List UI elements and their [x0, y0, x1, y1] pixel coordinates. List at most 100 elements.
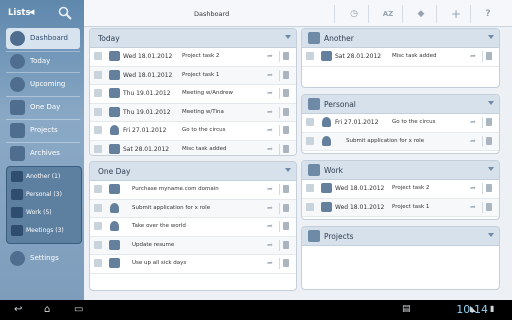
- postpone-icon[interactable]: ➦: [470, 53, 479, 60]
- notification-icon[interactable]: ▤: [402, 304, 411, 314]
- task-row[interactable]: Sat 28.01.2012 Misc task added ➦: [302, 48, 499, 67]
- add-icon[interactable]: +: [450, 8, 462, 20]
- chevron-down-icon[interactable]: [488, 35, 494, 39]
- postpone-icon[interactable]: ➦: [267, 260, 276, 267]
- trash-icon[interactable]: [486, 184, 492, 192]
- postpone-icon[interactable]: ➦: [267, 53, 276, 60]
- postpone-icon[interactable]: ➦: [470, 203, 479, 210]
- checkbox[interactable]: [94, 89, 102, 97]
- checkbox[interactable]: [94, 259, 102, 267]
- task-row[interactable]: Fri 27.01.2012 Go to the circus ➦: [302, 114, 499, 133]
- checkbox[interactable]: [306, 136, 314, 145]
- sort-az-button[interactable]: AZ: [380, 8, 396, 20]
- postpone-icon[interactable]: ➦: [267, 90, 276, 97]
- lists-title[interactable]: Lists: [8, 8, 31, 18]
- postpone-icon[interactable]: ➦: [470, 119, 479, 126]
- checkbox[interactable]: [94, 240, 102, 249]
- search-icon[interactable]: [58, 6, 72, 20]
- panel-header[interactable]: Projects: [302, 227, 499, 246]
- chevron-down-icon[interactable]: [285, 168, 291, 172]
- trash-icon[interactable]: [283, 185, 289, 193]
- trash-icon[interactable]: [283, 259, 289, 267]
- nav-item-settings[interactable]: Settings: [6, 248, 80, 269]
- postpone-icon[interactable]: ➦: [267, 108, 276, 115]
- checkbox[interactable]: [306, 202, 314, 211]
- postpone-icon[interactable]: ➦: [267, 127, 276, 134]
- nav-item-one-day[interactable]: One Day: [6, 97, 80, 118]
- panel-header[interactable]: Today: [90, 29, 296, 48]
- trash-icon[interactable]: [486, 202, 492, 211]
- postpone-icon[interactable]: ➦: [267, 204, 276, 211]
- checkbox[interactable]: [94, 144, 102, 153]
- recent-apps-icon[interactable]: ▭: [74, 304, 83, 315]
- trash-icon[interactable]: [283, 240, 289, 249]
- trash-icon[interactable]: [283, 107, 289, 116]
- tag-icon[interactable]: ◆: [415, 8, 427, 20]
- task-row[interactable]: Wed 18.01.2012 Project task 2 ➦: [90, 48, 296, 67]
- list-item-work[interactable]: Work (5): [9, 205, 79, 221]
- checkbox[interactable]: [94, 203, 102, 212]
- postpone-icon[interactable]: ➦: [267, 71, 276, 78]
- task-row[interactable]: Wed 18.01.2012 Project task 1 ➦: [90, 66, 296, 85]
- trash-icon[interactable]: [283, 126, 289, 134]
- task-row[interactable]: Fri 27.01.2012 Go to the circus ➦: [90, 122, 296, 141]
- checkbox[interactable]: [94, 185, 102, 193]
- task-row[interactable]: Purchase myname.com domain ➦: [90, 181, 296, 200]
- task-row[interactable]: Update resume ➦: [90, 236, 296, 255]
- panel-header[interactable]: Another: [302, 29, 499, 48]
- chevron-down-icon[interactable]: [285, 35, 291, 39]
- task-row[interactable]: Thu 19.01.2012 Meeting w/Tina ➦: [90, 103, 296, 122]
- checkbox[interactable]: [306, 52, 314, 60]
- back-icon[interactable]: ↩: [14, 304, 22, 315]
- panel-header[interactable]: Personal: [302, 95, 499, 114]
- postpone-icon[interactable]: ➦: [470, 185, 479, 192]
- task-row[interactable]: Wed 18.01.2012 Project task 1 ➦: [302, 198, 499, 217]
- help-icon[interactable]: ?: [482, 8, 494, 20]
- postpone-icon[interactable]: ➦: [267, 241, 276, 248]
- nav-item-archives[interactable]: Archives: [6, 143, 80, 164]
- trash-icon[interactable]: [283, 203, 289, 212]
- trash-icon[interactable]: [283, 52, 289, 60]
- checkbox[interactable]: [94, 52, 102, 60]
- postpone-icon[interactable]: ➦: [470, 137, 479, 144]
- checkbox[interactable]: [306, 118, 314, 126]
- task-row[interactable]: Submit application for x role ➦: [302, 132, 499, 151]
- nav-item-today[interactable]: Today: [6, 51, 80, 72]
- clock-icon[interactable]: ◷: [348, 8, 360, 20]
- task-row[interactable]: Sat 28.01.2012 Misc task added ➦: [90, 140, 296, 155]
- postpone-icon[interactable]: ➦: [267, 223, 276, 230]
- panel-header[interactable]: Work: [302, 161, 499, 180]
- chevron-down-icon[interactable]: [488, 101, 494, 105]
- nav-item-dashboard[interactable]: Dashboard: [6, 28, 80, 49]
- trash-icon[interactable]: [486, 136, 492, 145]
- trash-icon[interactable]: [486, 118, 492, 126]
- task-row[interactable]: Submit application for x role ➦: [90, 199, 296, 218]
- divider: [482, 135, 483, 147]
- task-row[interactable]: Use up all sick days ➦: [90, 255, 296, 274]
- checkbox[interactable]: [94, 222, 102, 230]
- home-icon[interactable]: ⌂: [44, 304, 50, 315]
- nav-item-projects[interactable]: Projects: [6, 120, 80, 141]
- panel-header[interactable]: One Day: [90, 162, 296, 181]
- checkbox[interactable]: [94, 70, 102, 79]
- postpone-icon[interactable]: ➦: [267, 186, 276, 193]
- list-item-another[interactable]: Another (1): [9, 169, 79, 185]
- trash-icon[interactable]: [486, 52, 492, 60]
- nav-item-upcoming[interactable]: Upcoming: [6, 74, 80, 95]
- trash-icon[interactable]: [283, 70, 289, 79]
- trash-icon[interactable]: [283, 222, 289, 230]
- chevron-down-icon[interactable]: [488, 167, 494, 171]
- checkbox[interactable]: [94, 126, 102, 134]
- list-item-personal[interactable]: Personal (3): [9, 187, 79, 203]
- task-row[interactable]: Thu 19.01.2012 Meeting w/Andrew ➦: [90, 85, 296, 104]
- checkbox[interactable]: [306, 184, 314, 192]
- list-item-meetings[interactable]: Meetings (3): [9, 223, 79, 239]
- chevron-down-icon[interactable]: [488, 233, 494, 237]
- postpone-icon[interactable]: ➦: [267, 145, 276, 152]
- task-row[interactable]: Wed 18.01.2012 Project task 2 ➦: [302, 180, 499, 199]
- trash-icon[interactable]: [283, 89, 289, 97]
- collapse-arrow-icon[interactable]: ◀: [29, 8, 34, 16]
- trash-icon[interactable]: [283, 144, 289, 153]
- checkbox[interactable]: [94, 107, 102, 116]
- task-row[interactable]: Take over the world ➦: [90, 218, 296, 237]
